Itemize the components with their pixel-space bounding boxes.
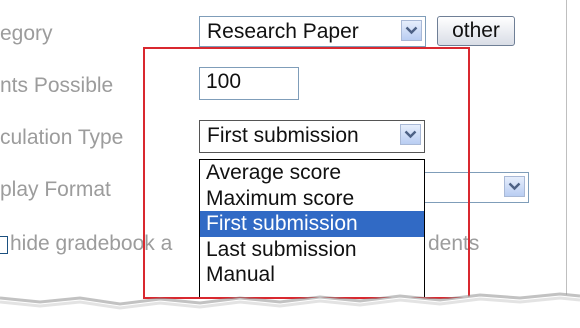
calculation-type-select[interactable]: First submission	[199, 120, 425, 153]
torn-edge-shadow	[0, 292, 580, 328]
display-format-label: play Format	[0, 178, 111, 201]
hide-gradebook-checkbox[interactable]	[0, 236, 8, 254]
display-format-select[interactable]	[410, 172, 529, 203]
hide-gradebook-label: hide gradebook a	[10, 232, 173, 255]
calculation-type-option[interactable]: First submission	[200, 211, 424, 237]
category-label: egory	[0, 22, 53, 45]
other-category-button[interactable]: other	[437, 16, 515, 46]
chevron-down-icon	[404, 130, 417, 139]
points-possible-input[interactable]: 100	[199, 67, 299, 100]
calculation-type-option[interactable]: Last submission	[200, 237, 424, 263]
calculation-type-dropdown-button[interactable]	[400, 124, 421, 145]
calculation-type-option[interactable]: Maximum score	[200, 186, 424, 212]
assignment-settings-panel: egory Research Paper other nts Possible …	[0, 0, 567, 300]
category-dropdown-button[interactable]	[401, 20, 422, 41]
calculation-type-select-value: First submission	[207, 124, 359, 147]
calculation-type-option[interactable]: Average score	[200, 160, 424, 186]
points-possible-label: nts Possible	[0, 74, 114, 97]
calculation-type-label: culation Type	[0, 126, 124, 149]
hide-gradebook-label-end: dents	[428, 232, 480, 255]
chevron-down-icon	[405, 26, 418, 35]
category-select-value: Research Paper	[207, 20, 359, 43]
category-select[interactable]: Research Paper	[199, 16, 426, 47]
chevron-down-icon	[508, 182, 521, 191]
display-format-dropdown-button[interactable]	[504, 176, 525, 197]
calculation-type-options-list[interactable]: Average score Maximum score First submissi…	[199, 159, 425, 299]
